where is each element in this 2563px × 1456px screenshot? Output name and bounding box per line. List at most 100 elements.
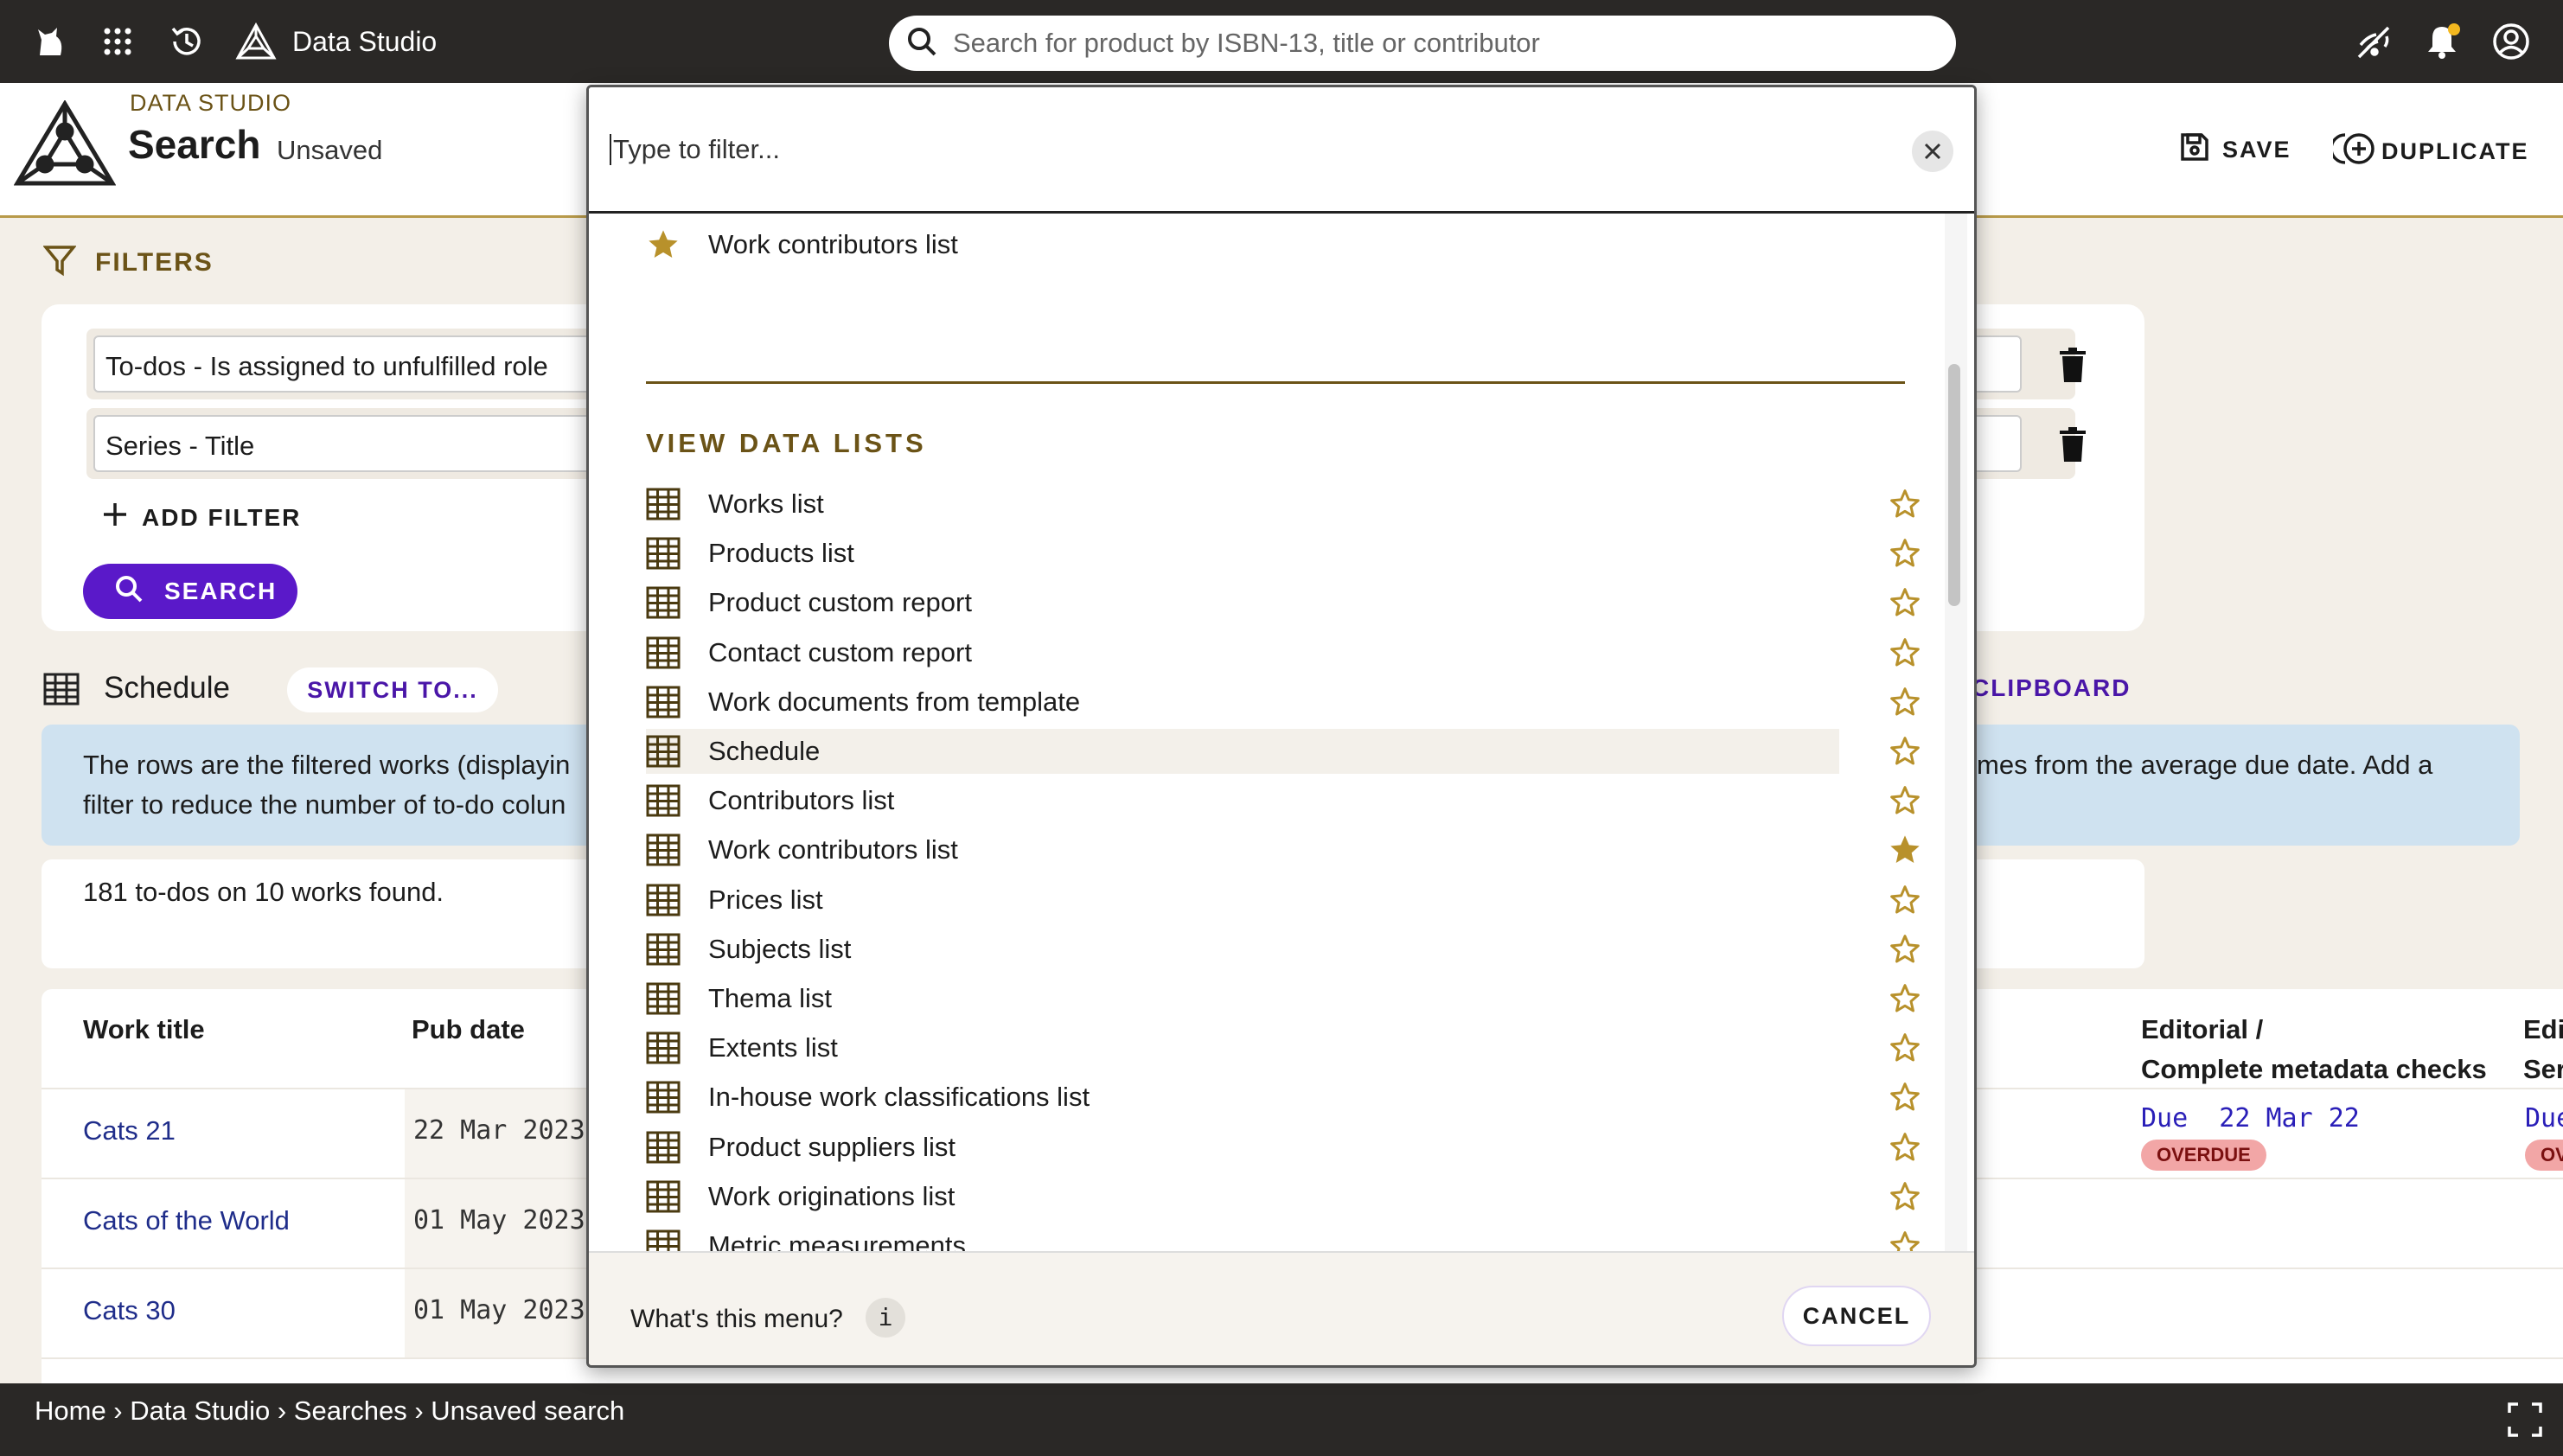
delete-filter-icon[interactable] [2058, 427, 2089, 462]
view-title: Schedule [104, 671, 230, 705]
menu-item[interactable]: Work documents from template [646, 680, 1920, 725]
page-status: Unsaved [277, 135, 383, 165]
search-label: SEARCH [164, 578, 278, 604]
column-header-line: Editorial / [2141, 1014, 2264, 1044]
search-button[interactable]: SEARCH [83, 564, 297, 619]
menu-item[interactable]: Product suppliers list [646, 1125, 1920, 1170]
menu-item[interactable]: Product custom report [646, 580, 1920, 625]
menu-item[interactable]: Products list [646, 531, 1920, 576]
star-outline-icon[interactable] [1888, 1031, 1922, 1070]
column-header-line: Edi [2523, 1014, 2563, 1044]
menu-item-label: In-house work classifications list [708, 1082, 1090, 1112]
due-date[interactable]: Due 22 Mar 22 [2141, 1103, 2360, 1134]
filters-label: FILTERS [95, 247, 214, 277]
fullscreen-icon[interactable] [2508, 1402, 2542, 1441]
table-icon [646, 536, 681, 571]
star-outline-icon[interactable] [1888, 536, 1922, 575]
star-outline-icon[interactable] [1888, 685, 1922, 724]
star-outline-icon[interactable] [1888, 783, 1922, 822]
delete-filter-icon[interactable] [2058, 348, 2089, 382]
menu-list: Work contributors list VIEW DATA LISTS W… [589, 214, 1938, 1334]
table-icon [646, 932, 681, 967]
menu-item[interactable]: Works list [646, 482, 1920, 527]
menu-filter-input[interactable]: Type to filter... [589, 87, 1974, 214]
work-title-link[interactable]: Cats 21 [83, 1115, 176, 1146]
work-title-link[interactable]: Cats 30 [83, 1295, 176, 1326]
menu-item-label: Product suppliers list [708, 1132, 956, 1162]
menu-item[interactable]: Thema list [646, 976, 1920, 1021]
app-name[interactable]: Data Studio [292, 26, 437, 58]
star-outline-icon[interactable] [1888, 932, 1922, 971]
menu-item[interactable]: Subjects list [646, 927, 1920, 972]
add-circle-icon [2330, 131, 2376, 172]
switch-view-button[interactable]: SWITCH TO... [287, 667, 498, 712]
menu-item-label: Prices list [708, 884, 823, 915]
column-header-work-title[interactable]: Work title [83, 1010, 205, 1050]
menu-item-label: Work contributors list [708, 834, 958, 865]
info-line: The rows are the filtered works (display… [83, 750, 571, 780]
menu-item[interactable]: Schedule [646, 729, 1920, 774]
plus-icon [102, 501, 128, 533]
menu-scrollbar-thumb[interactable] [1948, 364, 1960, 606]
column-header-editorial-metadata[interactable]: Editorial / Complete metadata checks [2141, 1010, 2487, 1089]
menu-scrollbar[interactable] [1945, 214, 1967, 1334]
menu-footer: What's this menu? i CANCEL [589, 1251, 1974, 1365]
star-outline-icon[interactable] [1888, 487, 1922, 526]
star-outline-icon[interactable] [1888, 1130, 1922, 1169]
add-filter-button[interactable]: ADD FILTER [102, 501, 301, 533]
menu-item-favorite[interactable]: Work contributors list [646, 222, 1900, 267]
info-text: mes from the average due date. Add a [1977, 750, 2433, 780]
cancel-button[interactable]: CANCEL [1782, 1286, 1931, 1346]
menu-item-label: Schedule [708, 736, 821, 766]
star-outline-icon[interactable] [1888, 635, 1922, 674]
duplicate-button[interactable]: DUPLICATE [2330, 131, 2529, 172]
menu-item-label: Extents list [708, 1032, 838, 1063]
menu-item[interactable]: Extents list [646, 1025, 1920, 1070]
search-icon [906, 26, 937, 61]
results-count: 181 to-dos on 10 works found. [83, 877, 444, 907]
copy-clipboard-link[interactable]: CLIPBOARD [1972, 674, 2131, 702]
menu-item[interactable]: Work originations list [646, 1174, 1920, 1219]
signal-off-icon[interactable] [2352, 21, 2394, 62]
star-outline-icon[interactable] [1888, 734, 1922, 773]
column-header-editorial-cut[interactable]: Edi Ser [2523, 1010, 2563, 1089]
due-date[interactable]: Due [2525, 1103, 2563, 1134]
star-outline-icon[interactable] [1888, 981, 1922, 1020]
menu-item[interactable]: In-house work classifications list [646, 1075, 1920, 1120]
star-filled-icon[interactable] [1888, 833, 1922, 872]
menu-section-heading: VIEW DATA LISTS [646, 428, 927, 458]
table-icon [646, 635, 681, 670]
table-icon [646, 487, 681, 521]
menu-item[interactable]: Contact custom report [646, 630, 1920, 675]
close-icon[interactable] [1912, 131, 1953, 172]
column-header-pub-date[interactable]: Pub date [412, 1010, 525, 1050]
table-icon [646, 1179, 681, 1214]
data-studio-icon[interactable] [235, 21, 277, 62]
menu-item-label: Product custom report [708, 587, 972, 617]
menu-item-label: Contact custom report [708, 637, 972, 667]
cat-logo-icon[interactable] [29, 21, 71, 62]
star-outline-icon[interactable] [1888, 883, 1922, 922]
menu-item[interactable]: Contributors list [646, 778, 1920, 823]
breadcrumb[interactable]: Home › Data Studio › Searches › Unsaved … [35, 1395, 624, 1427]
info-icon[interactable]: i [866, 1298, 905, 1338]
menu-item[interactable]: Prices list [646, 878, 1920, 923]
star-outline-icon[interactable] [1888, 1080, 1922, 1119]
star-outline-icon[interactable] [1888, 1179, 1922, 1218]
account-icon[interactable] [2490, 21, 2532, 62]
overdue-badge: OV [2525, 1140, 2563, 1171]
data-studio-logo-icon [13, 99, 117, 191]
work-title-link[interactable]: Cats of the World [83, 1205, 290, 1236]
global-search-bar[interactable]: Search for product by ISBN-13, title or … [889, 16, 1956, 71]
filters-heading[interactable]: FILTERS [42, 244, 214, 281]
top-app-bar: Data Studio Search for product by ISBN-1… [0, 0, 2563, 83]
menu-item[interactable]: Work contributors list [646, 827, 1920, 872]
menu-item-label: Work documents from template [708, 686, 1081, 717]
star-outline-icon[interactable] [1888, 585, 1922, 624]
table-icon [646, 734, 681, 769]
history-icon[interactable] [166, 21, 208, 62]
notifications-bell-icon[interactable] [2421, 21, 2463, 62]
apps-grid-icon[interactable] [97, 21, 138, 62]
menu-help-text: What's this menu? [630, 1305, 843, 1333]
save-button[interactable]: SAVE [2179, 131, 2291, 169]
